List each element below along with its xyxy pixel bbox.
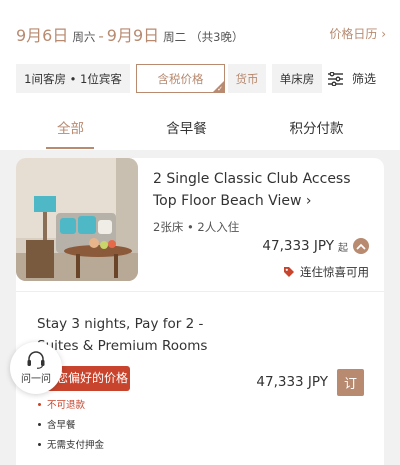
header-panel: 9月6日 周六 - 9月9日 周二 （共3晚） 价格日历 › 1间客房 • 1位… [0,0,400,150]
condition-text: 无需支付押金 [47,440,105,451]
help-chat-button[interactable]: 问一问 [10,342,62,394]
sliders-icon [328,71,343,86]
filter-button[interactable]: 筛选 [328,64,376,93]
rate-tabs: 全部 含早餐 积分付款 [0,112,400,150]
divider [16,291,384,292]
room-price-suffix: 起 [338,242,348,254]
checkin-date[interactable]: 9月6日 [16,22,68,46]
promo-label: 连住惊喜可用 [300,265,369,279]
condition-item: 含早餐 [38,416,104,436]
promo-badge: 连住惊喜可用 [283,264,369,280]
filter-label: 筛选 [352,72,377,86]
room-price: 47,333 JPY [262,238,334,254]
condition-text: 含早餐 [47,420,76,431]
price-calendar-link[interactable]: 价格日历 › [329,25,386,42]
nights-count: （共3晚） [190,30,244,44]
room-title-link[interactable]: 2 Single Classic Club Access Top Floor B… [153,168,373,212]
room-photo[interactable] [16,158,138,281]
active-tab-indicator [46,147,94,149]
checkin-weekday: 周六 [72,30,96,44]
checkout-date[interactable]: 9月9日 [107,22,159,46]
rate-price: 47,333 JPY [256,374,328,390]
tax-included-label: 含税价格 [157,71,204,86]
rate-title: Stay 3 nights, Pay for 2 - Suites & Prem… [37,316,208,354]
room-occupancy: 2张床 • 2人入住 [153,220,240,234]
tab-breakfast[interactable]: 含早餐 [120,112,253,150]
currency-chip[interactable]: 货币 [228,64,266,93]
checkout-weekday: 周二 [163,30,187,44]
filter-bar: 1间客房 • 1位宾客 含税价格 ✓ 货币 单床房 筛选 [16,64,400,93]
tag-icon [284,267,294,277]
bullet-dot-icon [38,423,41,426]
room-price-row: 47,333 JPY 起 [262,238,369,254]
room-card: 2 Single Classic Club Access Top Floor B… [16,158,384,465]
condition-text: 不可退款 [47,400,86,411]
rate-conditions: 不可退款 含早餐 无需支付押金 [38,396,104,456]
condition-item: 不可退款 [38,396,104,416]
date-range[interactable]: 9月6日 周六 - 9月9日 周二 （共3晚） 价格日历 › [16,22,386,46]
chevron-up-icon [356,243,366,250]
tab-all[interactable]: 全部 [4,112,137,150]
headset-icon [27,351,45,369]
guests-chip[interactable]: 1间客房 • 1位宾客 [16,64,130,93]
bed-type-chip[interactable]: 单床房 [272,64,322,93]
collapse-button[interactable] [353,238,369,254]
date-separator: - [98,27,104,45]
tab-points[interactable]: 积分付款 [250,112,383,150]
condition-item: 无需支付押金 [38,436,104,456]
book-button[interactable]: 订 [337,369,364,396]
bullet-dot-icon [38,403,41,406]
help-label: 问一问 [21,374,51,385]
selected-check-icon: ✓ [217,85,223,93]
bullet-dot-icon [38,443,41,446]
tax-included-chip[interactable]: 含税价格 ✓ [136,64,225,93]
